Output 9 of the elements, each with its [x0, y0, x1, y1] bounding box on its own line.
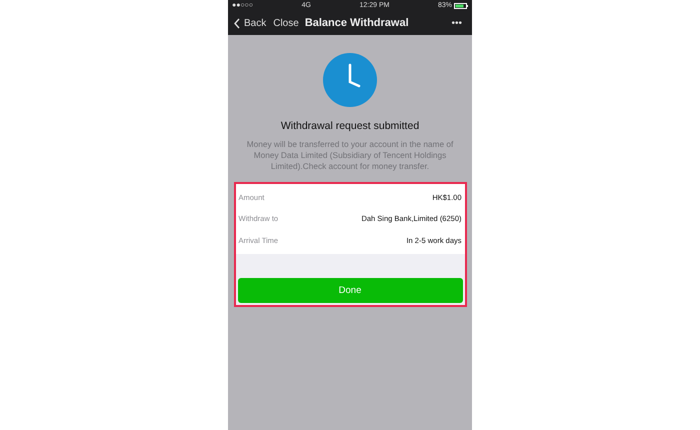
result-title: Withdrawal request submitted [280, 120, 420, 132]
more-menu[interactable]: ••• [451, 18, 462, 28]
close-link[interactable]: Close [273, 18, 299, 28]
back-chevron-icon[interactable] [234, 18, 240, 28]
clock-icon [323, 53, 377, 107]
back-link[interactable]: Back [244, 18, 266, 28]
result-message: Money will be transferred to your account in the name of Money Data Limited (Subsidiary of Tencent Holdings Limited).Check account for money transfer. [246, 139, 454, 173]
battery-icon [454, 2, 468, 8]
page-title: Balance Withdrawal [304, 17, 409, 29]
